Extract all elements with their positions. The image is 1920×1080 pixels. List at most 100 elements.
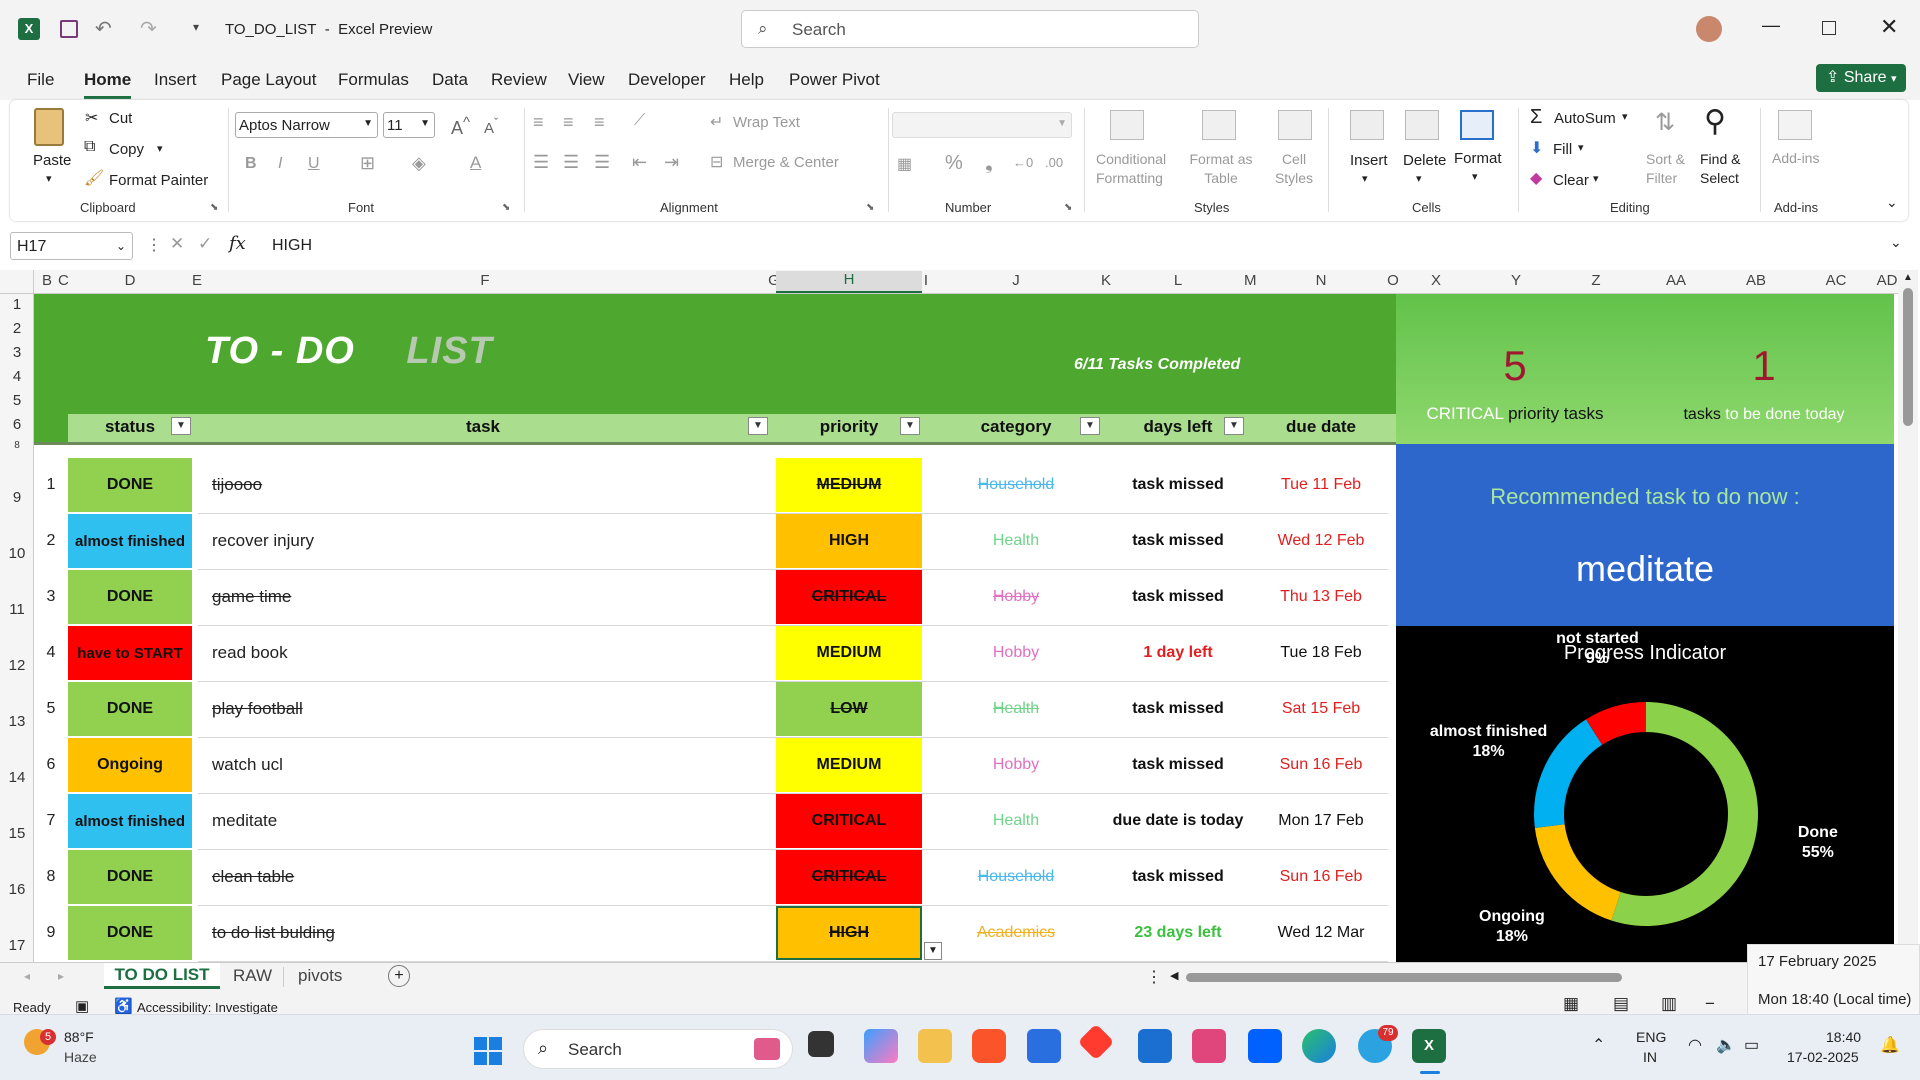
days-left-cell[interactable]: task missed xyxy=(1110,738,1246,792)
align-top-icon[interactable]: ≡ xyxy=(533,112,544,133)
row-header[interactable]: 14 xyxy=(0,769,34,786)
excel-taskbar-icon[interactable]: X xyxy=(1412,1029,1446,1063)
filter-priority-button[interactable]: ▼ xyxy=(900,417,920,435)
row-header[interactable]: 16 xyxy=(0,881,34,898)
tab-developer[interactable]: Developer xyxy=(628,70,706,90)
font-color-icon[interactable]: A xyxy=(470,153,481,173)
undo-icon[interactable]: ↶ xyxy=(95,16,112,41)
column-header-d[interactable]: D xyxy=(68,272,192,289)
accessibility-status[interactable]: Accessibility: Investigate xyxy=(137,1000,278,1015)
due-date-cell[interactable]: Sat 15 Feb xyxy=(1254,682,1388,736)
chevron-up-icon[interactable]: ⌃ xyxy=(1592,1035,1605,1055)
filter-status-button[interactable]: ▼ xyxy=(171,417,191,435)
paste-button[interactable]: Paste xyxy=(33,152,71,169)
row-header[interactable]: 17 xyxy=(0,937,34,954)
font-launcher-icon[interactable]: ⬊ xyxy=(502,202,510,213)
task-number[interactable]: 8 xyxy=(34,850,68,904)
task-number[interactable]: 6 xyxy=(34,738,68,792)
filter-category-button[interactable]: ▼ xyxy=(1080,417,1100,435)
clipboard-launcher-icon[interactable]: ⬊ xyxy=(210,202,218,213)
task-cell[interactable]: watch ucl xyxy=(198,738,768,792)
row-header[interactable]: 6 xyxy=(0,416,34,433)
category-cell[interactable]: Hobby xyxy=(930,738,1102,792)
category-cell[interactable]: Household xyxy=(930,850,1102,904)
due-date-cell[interactable]: Thu 13 Feb xyxy=(1254,570,1388,624)
due-date-cell[interactable]: Wed 12 Feb xyxy=(1254,514,1388,568)
insert-cells-button[interactable]: Insert xyxy=(1350,152,1388,169)
fill-button[interactable]: Fill xyxy=(1553,141,1572,158)
paste-icon[interactable] xyxy=(34,108,64,146)
tab-view[interactable]: View xyxy=(568,70,605,90)
task-cell[interactable]: to do list bulding xyxy=(198,906,768,960)
due-date-cell[interactable]: Sun 16 Feb xyxy=(1254,850,1388,904)
category-cell[interactable]: Academics xyxy=(930,906,1102,960)
sort-filter-button[interactable]: Sort & Filter xyxy=(1646,150,1685,188)
delete-cells-button[interactable]: Delete xyxy=(1403,152,1446,169)
task-cell[interactable]: recover injury xyxy=(198,514,768,568)
due-date-cell[interactable]: Sun 16 Feb xyxy=(1254,738,1388,792)
fill-color-icon[interactable]: ◈ xyxy=(412,153,426,174)
comma-icon[interactable]: ❟ xyxy=(985,152,993,175)
priority-cell[interactable]: HIGH xyxy=(776,906,922,960)
merge-center-button[interactable]: Merge & Center xyxy=(733,154,839,171)
cancel-icon[interactable]: ✕ xyxy=(170,234,184,254)
row-header[interactable]: 1 xyxy=(0,296,34,313)
decrease-decimal-icon[interactable]: .00 xyxy=(1045,155,1063,170)
column-header-aa[interactable]: AA xyxy=(1636,272,1716,289)
copilot-icon[interactable] xyxy=(864,1029,898,1063)
status-cell[interactable]: have to START xyxy=(68,626,192,680)
paste-dropdown-icon[interactable]: ▾ xyxy=(46,172,52,185)
row-header[interactable]: 9 xyxy=(0,489,34,506)
copy-dropdown-icon[interactable]: ▾ xyxy=(157,142,163,155)
wifi-icon[interactable]: ◠ xyxy=(1688,1035,1702,1055)
restore-icon[interactable] xyxy=(1822,21,1836,35)
autosum-button[interactable]: AutoSum xyxy=(1554,110,1616,127)
status-cell[interactable]: almost finished xyxy=(68,794,192,848)
align-center-icon[interactable]: ☰ xyxy=(563,152,579,173)
tab-data[interactable]: Data xyxy=(432,70,468,90)
days-left-cell[interactable]: task missed xyxy=(1110,850,1246,904)
column-header-j[interactable]: J xyxy=(930,272,1102,289)
row-header[interactable]: 12 xyxy=(0,657,34,674)
status-cell[interactable]: DONE xyxy=(68,458,192,512)
wrap-text-button[interactable]: Wrap Text xyxy=(733,114,800,131)
qat-dropdown-icon[interactable]: ▾ xyxy=(193,20,199,34)
decrease-font-icon[interactable]: Aˇ xyxy=(484,116,498,137)
file-explorer-icon[interactable] xyxy=(918,1029,952,1063)
sheet-tab-todo[interactable]: TO DO LIST xyxy=(104,963,220,989)
task-cell[interactable]: game time xyxy=(198,570,768,624)
days-left-cell[interactable]: 1 day left xyxy=(1110,626,1246,680)
status-cell[interactable]: DONE xyxy=(68,850,192,904)
due-date-cell[interactable]: Tue 11 Feb xyxy=(1254,458,1388,512)
category-cell[interactable]: Health xyxy=(930,794,1102,848)
task-cell[interactable]: read book xyxy=(198,626,768,680)
category-cell[interactable]: Health xyxy=(930,514,1102,568)
scroll-left-icon[interactable]: ◀ xyxy=(1170,969,1178,982)
formula-input[interactable]: HIGH xyxy=(260,232,1910,260)
column-header-b[interactable]: B xyxy=(40,272,54,289)
row-header[interactable]: 2 xyxy=(0,320,34,337)
column-header-h[interactable]: H xyxy=(776,271,922,293)
column-header-f[interactable]: F xyxy=(200,272,770,289)
task-number[interactable]: 7 xyxy=(34,794,68,848)
page-layout-view-icon[interactable]: ▤ xyxy=(1613,994,1629,1014)
borders-icon[interactable]: ⊞ xyxy=(360,153,375,174)
taskbar-search[interactable]: ⌕ Search xyxy=(523,1029,793,1069)
horizontal-scroll-thumb[interactable] xyxy=(1186,973,1622,982)
next-sheet-icon[interactable]: ▸ xyxy=(58,969,64,983)
start-icon[interactable] xyxy=(474,1037,502,1065)
tab-file[interactable]: File xyxy=(27,70,54,90)
italic-icon[interactable]: I xyxy=(278,155,282,173)
avatar[interactable] xyxy=(1696,16,1722,42)
priority-cell[interactable]: CRITICAL xyxy=(776,850,922,904)
tab-home[interactable]: Home xyxy=(84,70,131,90)
column-header-x[interactable]: X xyxy=(1398,272,1474,289)
due-date-cell[interactable]: Mon 17 Feb xyxy=(1254,794,1388,848)
normal-view-icon[interactable]: ▦ xyxy=(1563,994,1579,1014)
scroll-thumb[interactable] xyxy=(1903,288,1913,426)
column-header-n[interactable]: N xyxy=(1254,272,1388,289)
priority-cell[interactable]: CRITICAL xyxy=(776,570,922,624)
enter-icon[interactable]: ✓ xyxy=(198,234,212,254)
column-header-y[interactable]: Y xyxy=(1476,272,1556,289)
column-header-c[interactable]: C xyxy=(58,272,69,289)
